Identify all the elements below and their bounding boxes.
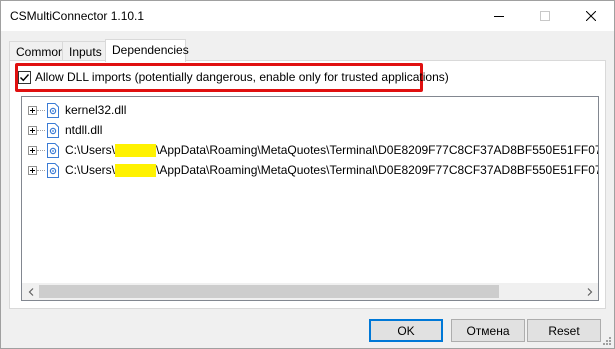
resize-grip-icon[interactable] [602, 336, 612, 346]
maximize-icon [540, 11, 550, 21]
redaction-mark [115, 164, 157, 178]
close-icon [586, 11, 596, 21]
path-prefix: C:\Users\ [65, 142, 116, 157]
path-prefix: C:\Users\ [65, 162, 116, 177]
title-bar[interactable]: CSMultiConnector 1.10.1 [1, 1, 614, 31]
horizontal-scrollbar[interactable] [22, 283, 598, 300]
scroll-right-button[interactable] [581, 283, 598, 300]
tree-item[interactable]: C:\Users\ \AppData\Roaming\MetaQuotes\Ter… [22, 160, 598, 180]
tree-item-label: ntdll.dll [65, 123, 103, 137]
minimize-button[interactable] [476, 1, 522, 31]
dll-file-icon [47, 102, 59, 118]
expand-icon[interactable] [28, 165, 37, 175]
tab-dependencies[interactable]: Dependencies [105, 39, 189, 62]
expand-icon[interactable] [28, 105, 37, 115]
dll-file-icon [47, 122, 59, 138]
allow-dll-checkbox[interactable] [18, 70, 31, 84]
expand-icon[interactable] [28, 125, 37, 135]
tab-inputs[interactable]: Inputs [62, 41, 106, 61]
tree-item-label: C:\Users\ \AppData\Roaming\MetaQuotes\Ter… [65, 142, 598, 158]
tree-item-label: C:\Users\ \AppData\Roaming\MetaQuotes\Ter… [65, 162, 598, 178]
cancel-button[interactable]: Отмена [451, 319, 525, 342]
scrollbar-thumb[interactable] [39, 285, 499, 298]
scroll-left-button[interactable] [22, 283, 39, 300]
tree-item-label: kernel32.dll [65, 103, 127, 117]
dependencies-panel: Allow DLL imports (potentially dangerous… [9, 60, 606, 309]
chevron-left-icon [28, 287, 33, 296]
ok-button[interactable]: OK [369, 319, 443, 342]
dll-file-icon [47, 162, 59, 178]
checkmark-icon [20, 73, 30, 81]
maximize-button [522, 1, 568, 31]
tab-common[interactable]: Common [9, 41, 65, 61]
dependency-tree[interactable]: kernel32.dll ntdll.dll C:\Users\ \AppData… [21, 96, 599, 301]
path-suffix: \AppData\Roaming\MetaQuotes\Terminal\D0E… [156, 162, 598, 177]
tree-item[interactable]: C:\Users\ \AppData\Roaming\MetaQuotes\Ter… [22, 140, 598, 160]
expand-icon[interactable] [28, 145, 37, 155]
close-button[interactable] [568, 1, 614, 31]
allow-dll-label[interactable]: Allow DLL imports (potentially dangerous… [35, 70, 449, 84]
allow-dll-row[interactable]: Allow DLL imports (potentially dangerous… [18, 67, 449, 87]
path-suffix: \AppData\Roaming\MetaQuotes\Terminal\D0E… [156, 142, 598, 157]
redaction-mark [115, 144, 157, 158]
reset-button[interactable]: Reset [527, 319, 601, 342]
window-title: CSMultiConnector 1.10.1 [10, 9, 145, 23]
dll-file-icon [47, 142, 59, 158]
tree-item[interactable]: ntdll.dll [22, 120, 102, 140]
dialog-window: CSMultiConnector 1.10.1 Common Inputs De… [0, 0, 615, 349]
chevron-right-icon [587, 287, 592, 296]
tree-item[interactable]: kernel32.dll [22, 100, 126, 120]
minimize-icon [494, 16, 504, 17]
